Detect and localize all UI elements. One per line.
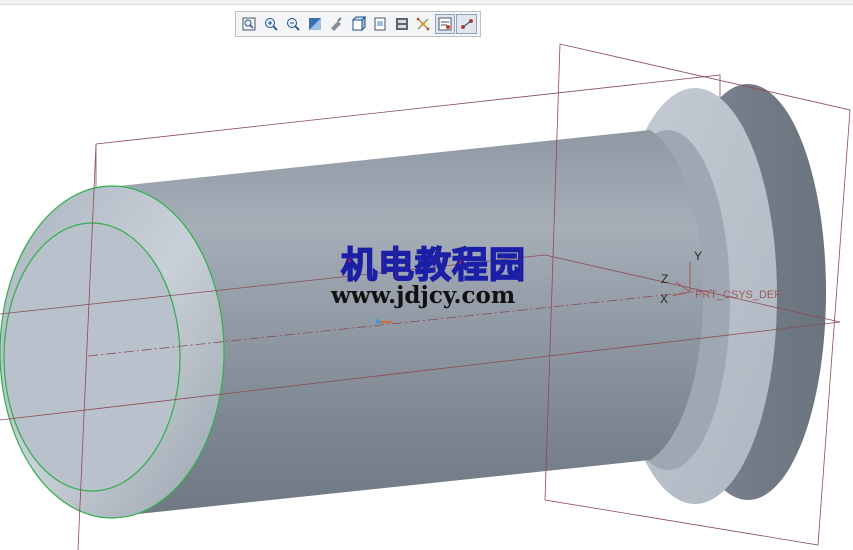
watermark-chinese-title: 机电教程园	[340, 243, 527, 287]
graphics-toolbar	[235, 11, 481, 37]
zoom-out-icon	[286, 18, 300, 31]
orient-button[interactable]	[326, 14, 347, 34]
spin-center-icon	[460, 19, 473, 29]
repaint-button[interactable]	[304, 14, 325, 34]
annotation-display-button[interactable]	[434, 14, 456, 34]
end-face	[3, 222, 181, 492]
orient-icon	[331, 17, 342, 31]
datum-display-icon	[416, 17, 430, 31]
zoom-out-button[interactable]	[282, 14, 303, 34]
view-manager-button[interactable]	[391, 14, 412, 34]
saved-views-button[interactable]	[369, 14, 390, 34]
spin-center-button[interactable]	[456, 14, 478, 34]
zoom-in-button[interactable]	[261, 14, 282, 34]
datum-display-button[interactable]	[413, 14, 434, 34]
display-style-icon	[351, 16, 367, 32]
view-manager-icon	[395, 18, 408, 30]
zoom-in-icon	[265, 18, 278, 31]
csys-z-label: Z	[661, 272, 669, 286]
display-style-button[interactable]	[348, 14, 369, 34]
csys-name-label: PRT_CSYS_DEF	[695, 289, 781, 301]
saved-views-icon	[374, 17, 386, 31]
csys-y-label: Y	[694, 249, 703, 263]
watermark-url: www.jdjcy.com	[331, 282, 516, 309]
annotation-display-icon	[438, 17, 452, 31]
repaint-icon	[308, 18, 321, 30]
csys-x-label: X	[660, 292, 669, 306]
refit-icon	[242, 17, 256, 31]
refit-button[interactable]	[239, 14, 260, 34]
